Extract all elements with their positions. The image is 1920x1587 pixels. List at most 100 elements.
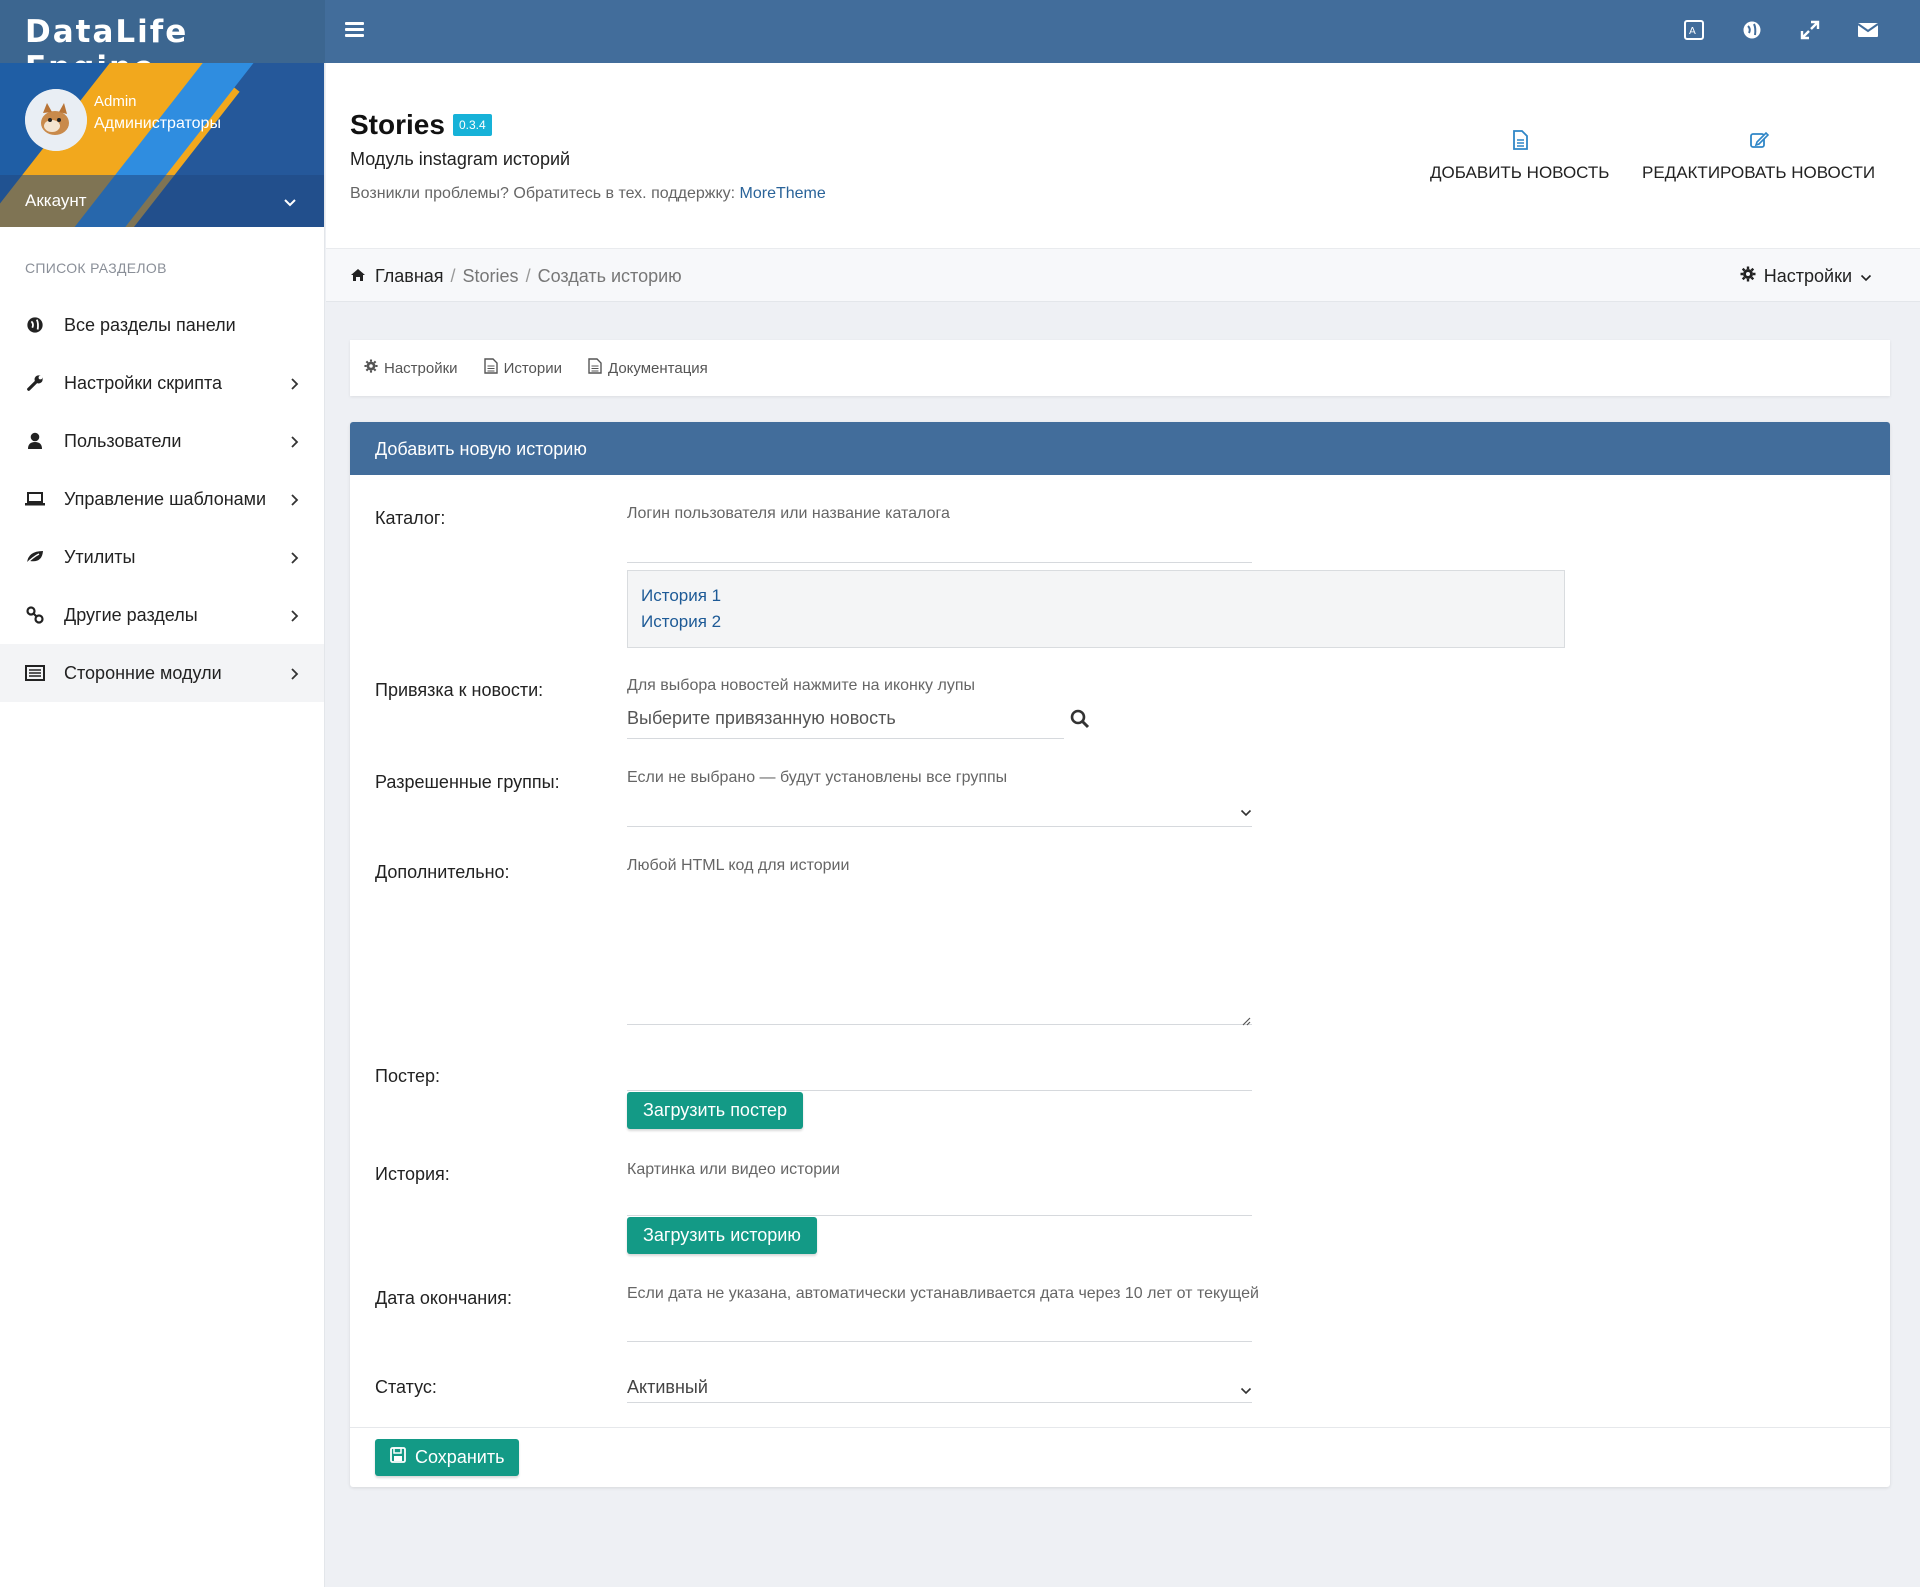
laptop-icon xyxy=(25,489,45,509)
sidebar-item-label: Все разделы панели xyxy=(64,314,236,335)
support-link[interactable]: MoreTheme xyxy=(740,185,826,202)
sidebar-item-label: Сторонние модули xyxy=(64,662,222,683)
tab-stories[interactable]: Истории xyxy=(483,358,562,378)
svg-text:A: A xyxy=(1689,26,1696,37)
settings-label: Настройки xyxy=(1763,266,1852,286)
breadcrumb-home[interactable]: Главная xyxy=(375,266,444,287)
chevron-right-icon xyxy=(290,607,299,628)
file-icon xyxy=(588,358,602,378)
poster-label: Постер: xyxy=(375,1066,441,1086)
sidebar-item-script-settings[interactable]: Настройки скрипта xyxy=(0,354,324,412)
sidebar-item-other-sections[interactable]: Другие разделы xyxy=(0,586,324,644)
account-toggle[interactable]: Аккаунт xyxy=(0,175,324,227)
sidebar-item-utilities[interactable]: Утилиты xyxy=(0,528,324,586)
catalog-list[interactable]: История 1 История 2 xyxy=(627,570,1565,648)
settings-dropdown[interactable]: Настройки xyxy=(1740,266,1872,287)
chevron-right-icon xyxy=(290,433,299,454)
user-group: Администраторы xyxy=(94,115,221,132)
gear-icon xyxy=(364,359,378,377)
account-label: Аккаунт xyxy=(25,191,87,210)
sidebar-section-title: СПИСОК РАЗДЕЛОВ xyxy=(25,260,167,276)
avatar[interactable] xyxy=(25,89,87,151)
news-input[interactable]: Выберите привязанную новость xyxy=(627,708,896,729)
breadcrumb: Главная / Stories / Создать историю xyxy=(350,266,682,287)
tabs-card: Настройки Истории Документация xyxy=(350,340,1890,396)
sidebar-item-templates[interactable]: Управление шаблонами xyxy=(0,470,324,528)
page-subtitle: Модуль instagram историй xyxy=(350,149,571,169)
edit-news-button[interactable]: РЕДАКТИРОВАТЬ НОВОСТИ xyxy=(1642,129,1875,183)
groups-select[interactable] xyxy=(627,826,1252,827)
tab-docs[interactable]: Документация xyxy=(588,358,708,378)
chevron-right-icon xyxy=(290,549,299,570)
sidebar-item-label: Настройки скрипта xyxy=(64,372,223,393)
menu-toggle-icon[interactable] xyxy=(345,22,364,38)
sidebar: Admin Администраторы Аккаунт СПИСОК РАЗД… xyxy=(0,63,325,1587)
list-icon xyxy=(25,663,45,683)
catalog-option[interactable]: История 2 xyxy=(641,609,1551,635)
status-label: Статус: xyxy=(375,1377,437,1397)
tab-settings-label: Настройки xyxy=(384,359,458,377)
breadcrumb-stories[interactable]: Stories xyxy=(463,266,519,287)
sidebar-item-label: Управление шаблонами xyxy=(64,488,267,509)
sidebar-item-third-party-modules[interactable]: Сторонние модули xyxy=(0,644,324,702)
upload-story-button[interactable]: Загрузить историю xyxy=(627,1217,817,1254)
panel-title: Добавить новую историю xyxy=(350,422,1890,475)
gear-icon xyxy=(1740,266,1756,287)
catalog-option[interactable]: История 1 xyxy=(641,583,1551,609)
extra-label: Дополнительно: xyxy=(375,862,510,882)
poster-underline xyxy=(627,1090,1252,1091)
tab-docs-label: Документация xyxy=(608,359,708,377)
chevron-down-icon xyxy=(1860,266,1872,287)
tab-settings[interactable]: Настройки xyxy=(364,359,458,377)
catalog-input[interactable] xyxy=(627,562,1252,563)
extra-textarea[interactable] xyxy=(627,1024,1252,1025)
sidebar-item-label: Другие разделы xyxy=(64,604,198,625)
sidebar-item-users[interactable]: Пользователи xyxy=(0,412,324,470)
wrench-icon xyxy=(25,373,45,393)
extra-hint: Любой HTML код для истории xyxy=(627,857,850,874)
end-date-input[interactable] xyxy=(627,1341,1252,1342)
groups-hint: Если не выбрано — будут установлены все … xyxy=(627,769,1008,786)
file-icon xyxy=(483,358,498,378)
edit-icon xyxy=(1748,129,1770,151)
user-role: Admin xyxy=(94,93,137,110)
support-label: Возникли проблемы? Обратитесь в тех. под… xyxy=(350,185,736,202)
save-label: Сохранить xyxy=(415,1447,505,1467)
add-news-button[interactable]: ДОБАВИТЬ НОВОСТЬ xyxy=(1430,129,1609,183)
news-hint: Для выбора новостей нажмите на иконку лу… xyxy=(627,677,975,694)
status-select[interactable]: Активный xyxy=(627,1377,708,1398)
news-input-underline xyxy=(627,738,1064,739)
chevron-right-icon xyxy=(290,375,299,396)
news-label: Привязка к новости: xyxy=(375,680,544,700)
globe-icon xyxy=(25,315,45,335)
translate-icon[interactable]: A xyxy=(1682,18,1706,42)
resize-handle-icon[interactable] xyxy=(1241,1013,1251,1031)
sidebar-item-all-sections[interactable]: Все разделы панели xyxy=(0,296,324,354)
search-icon[interactable] xyxy=(1070,709,1090,734)
breadcrumb-current: Создать историю xyxy=(537,266,682,286)
chevron-down-icon[interactable] xyxy=(1240,804,1252,822)
chevron-right-icon xyxy=(290,491,299,512)
story-label: История: xyxy=(375,1164,450,1184)
breadcrumb-bar: Главная / Stories / Создать историю Наст… xyxy=(326,248,1920,302)
chevron-down-icon[interactable] xyxy=(1240,1382,1252,1400)
brand-logo[interactable]: DataLife Engine xyxy=(0,0,325,86)
save-button[interactable]: Сохранить xyxy=(375,1439,520,1476)
home-icon xyxy=(350,266,366,287)
upload-poster-button[interactable]: Загрузить постер xyxy=(627,1092,804,1129)
story-underline xyxy=(627,1215,1252,1216)
page-title: Stories 0.3.4 xyxy=(350,109,492,141)
leaf-icon xyxy=(25,547,45,567)
catalog-label: Каталог: xyxy=(375,508,446,528)
envelope-icon[interactable] xyxy=(1856,18,1880,42)
top-navbar: DataLife Engine A xyxy=(0,0,1920,86)
edit-news-label: РЕДАКТИРОВАТЬ НОВОСТИ xyxy=(1642,163,1876,182)
chevron-right-icon xyxy=(290,665,299,686)
groups-label: Разрешенные группы: xyxy=(375,772,560,792)
user-panel: Admin Администраторы Аккаунт xyxy=(0,63,324,227)
globe-icon[interactable] xyxy=(1740,18,1764,42)
version-badge: 0.3.4 xyxy=(452,114,492,136)
link-icon xyxy=(25,605,45,625)
file-icon xyxy=(1509,129,1531,151)
fullscreen-icon[interactable] xyxy=(1798,18,1822,42)
